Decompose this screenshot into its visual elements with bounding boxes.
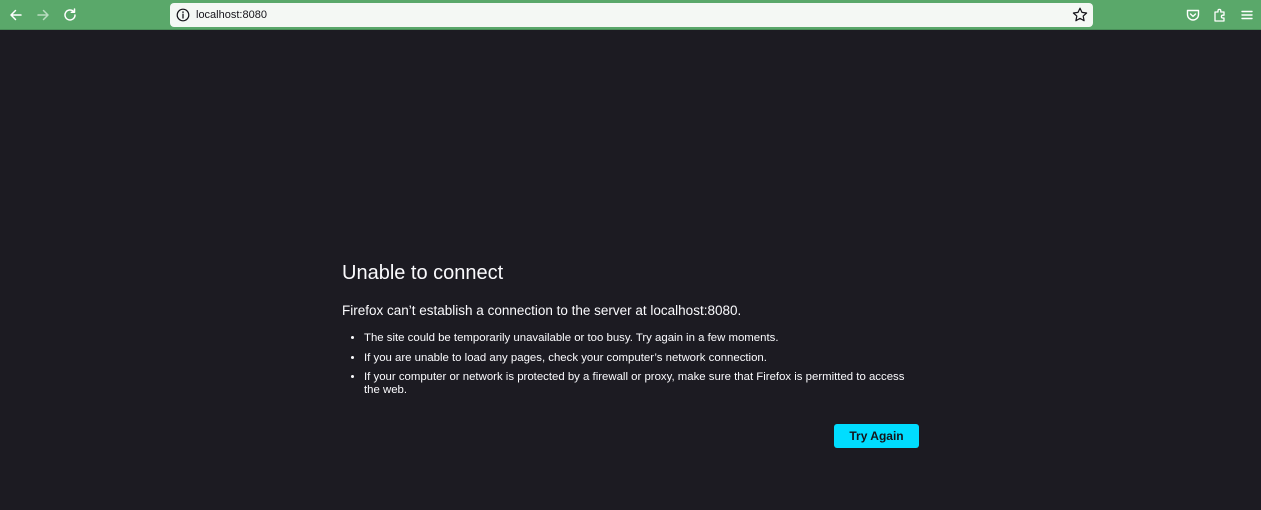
error-page: Unable to connect Firefox can’t establis… (342, 258, 922, 404)
error-title: Unable to connect (342, 262, 504, 284)
list-item: If your computer or network is protected… (364, 371, 922, 397)
star-icon[interactable] (1071, 6, 1089, 24)
pocket-button[interactable] (1181, 3, 1205, 27)
hamburger-menu-icon (1241, 10, 1253, 20)
back-arrow-icon (10, 9, 22, 21)
try-again-button[interactable]: Try Again (834, 424, 919, 448)
suggestion-list: The site could be temporarily unavailabl… (342, 332, 922, 397)
info-icon[interactable] (175, 7, 191, 23)
menu-button[interactable] (1235, 3, 1259, 27)
back-button[interactable] (4, 3, 28, 27)
url-bar[interactable]: localhost:8080 (170, 3, 1093, 27)
list-item: If you are unable to load any pages, che… (364, 352, 922, 365)
error-description: Firefox can’t establish a connection to … (342, 303, 742, 318)
list-item: The site could be temporarily unavailabl… (364, 332, 922, 345)
puzzle-icon (1214, 8, 1225, 22)
forward-arrow-icon (37, 9, 49, 21)
pocket-icon (1186, 9, 1200, 21)
browser-toolbar: localhost:8080 (0, 0, 1261, 30)
forward-button[interactable] (31, 3, 55, 27)
extensions-button[interactable] (1208, 3, 1232, 27)
url-text[interactable]: localhost:8080 (196, 3, 267, 27)
reload-icon (64, 8, 76, 21)
reload-button[interactable] (58, 3, 82, 27)
button-row: Try Again (834, 424, 919, 448)
